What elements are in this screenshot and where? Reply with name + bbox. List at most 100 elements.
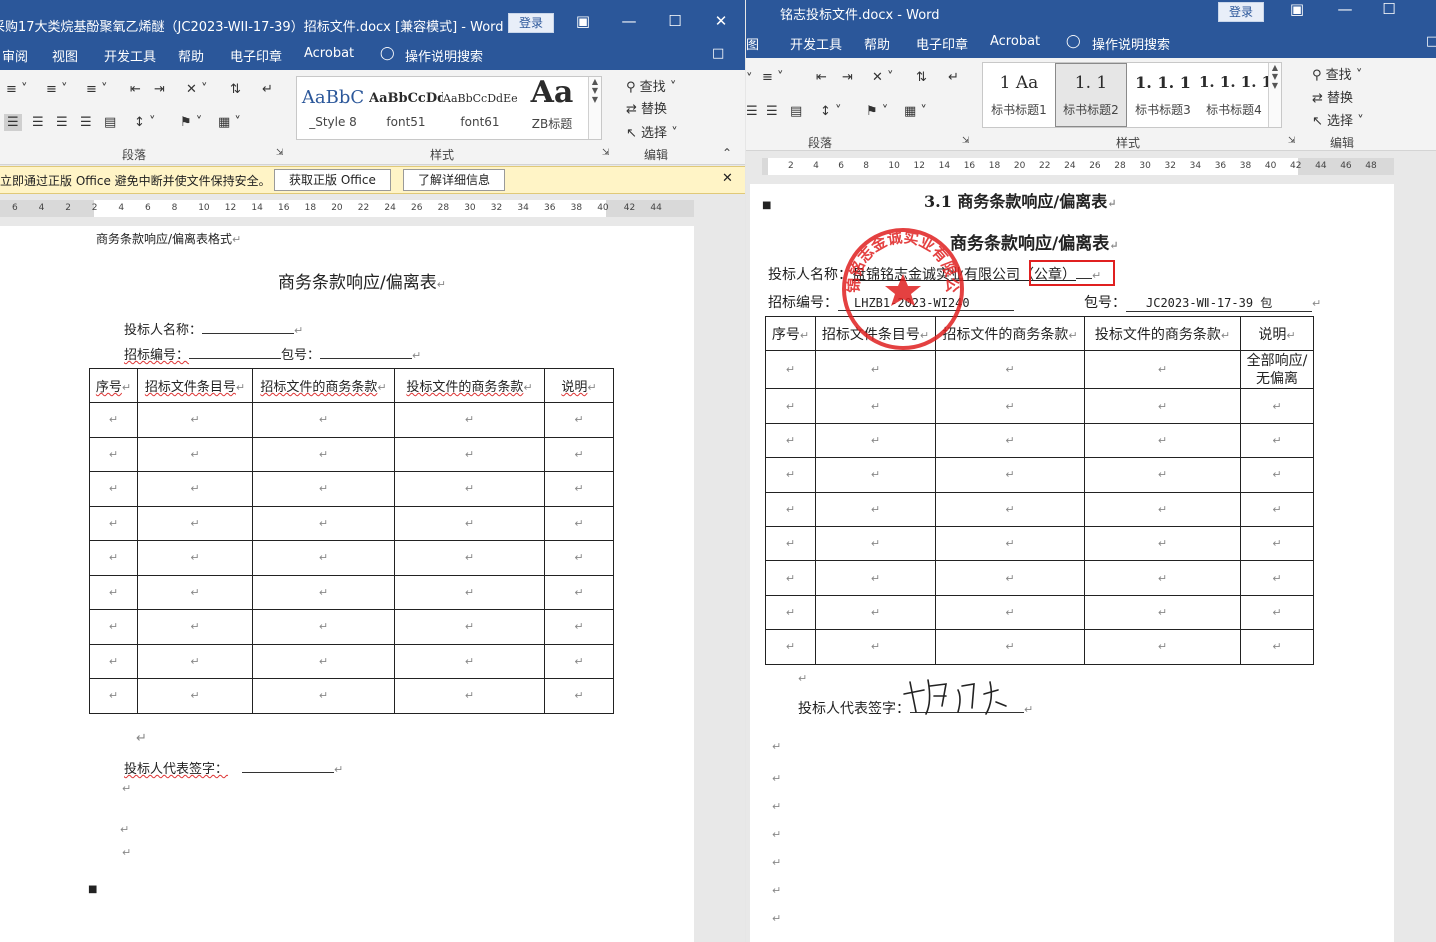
close-icon[interactable]: ✕ xyxy=(710,12,732,32)
table-cell[interactable]: ↵ xyxy=(394,678,545,714)
table-cell[interactable]: ↵ xyxy=(394,609,545,645)
table-cell[interactable]: ↵ xyxy=(89,471,138,507)
table-cell[interactable]: ↵ xyxy=(394,505,545,541)
horizontal-ruler[interactable]: 2 4 6 8 10 12 14 16 18 20 22 24 26 28 30 32 34 36 38 40 42 44… xyxy=(762,158,1394,175)
gallery-scroll[interactable]: ▲ ▼ ▼ xyxy=(588,77,601,139)
table-cell[interactable]: ↵ xyxy=(1084,629,1241,665)
table-cell[interactable]: ↵ xyxy=(815,388,936,424)
align-center-icon[interactable]: ☰ xyxy=(32,115,44,130)
table-cell[interactable]: ↵ xyxy=(1240,525,1314,562)
table-cell[interactable]: ↵ xyxy=(1084,388,1241,424)
table-cell[interactable]: ↵ xyxy=(544,471,614,507)
table-cell[interactable]: ↵ xyxy=(935,349,1085,390)
tab-help[interactable]: 帮助 xyxy=(864,34,890,53)
table-cell[interactable]: ↵ xyxy=(394,402,545,438)
style-tile[interactable]: 1. 1. 1. 1 标书标题4 xyxy=(1199,63,1269,127)
table-cell[interactable]: ↵ xyxy=(815,594,936,631)
multilevel-list-icon[interactable]: ≡ ˅ xyxy=(86,82,108,97)
table-cell[interactable]: ↵ xyxy=(1084,349,1241,390)
table-cell[interactable]: ↵ xyxy=(765,457,816,493)
select-button[interactable]: ↖ 选择 ˅ xyxy=(1312,110,1364,129)
table-cell[interactable]: ↵ xyxy=(252,643,395,679)
table-cell[interactable]: ↵ xyxy=(1084,525,1241,562)
table-cell[interactable]: ↵ xyxy=(89,505,138,541)
table-cell[interactable]: ↵ xyxy=(1240,457,1314,493)
styles-launcher-icon[interactable]: ⇲ xyxy=(1288,136,1296,146)
horizontal-ruler[interactable]: 6 4 2 2 4 6 8 10 12 14 16 18 20 22 24 26 28 30 32 34 36 38 40 4… xyxy=(0,200,694,217)
table-cell[interactable]: ↵ xyxy=(1084,491,1241,527)
show-marks-icon[interactable]: ↵ xyxy=(262,82,273,97)
table-cell[interactable]: ↵ xyxy=(89,574,138,610)
tab-acrobat[interactable]: Acrobat xyxy=(990,34,1040,49)
table-cell[interactable]: ↵ xyxy=(815,560,936,596)
table-cell[interactable]: ↵ xyxy=(89,643,138,679)
table-cell[interactable]: ↵ xyxy=(137,574,253,610)
table-cell[interactable]: ↵ xyxy=(89,609,138,645)
document-page[interactable]: ■ 3.1 商务条款响应/偏离表↵ 商务条款响应/偏离表↵ 投标人名称：盘锦铭志… xyxy=(750,184,1394,942)
table-cell[interactable]: ↵ xyxy=(137,505,253,541)
tab-e-seal[interactable]: 电子印章 xyxy=(916,34,968,53)
borders-icon[interactable]: ▦ ˅ xyxy=(218,115,241,130)
justify-icon[interactable]: ☰ xyxy=(746,104,758,119)
table-cell[interactable]: ↵ xyxy=(252,609,395,645)
style-tile[interactable]: AaBbC _Style 8 xyxy=(297,77,369,139)
tell-me-search[interactable]: 操作说明搜索 xyxy=(405,46,483,65)
table-cell[interactable]: ↵ xyxy=(1240,422,1314,459)
find-button[interactable]: ⚲ 查找 ˅ xyxy=(1312,64,1362,83)
table-cell[interactable]: ↵ xyxy=(137,471,253,507)
table-cell[interactable]: ↵ xyxy=(137,540,253,576)
tab-developer[interactable]: 开发工具 xyxy=(104,46,156,65)
tab-developer[interactable]: 开发工具 xyxy=(790,34,842,53)
paragraph-launcher-icon[interactable]: ⇲ xyxy=(962,136,970,146)
shading-icon[interactable]: ⚑ ˅ xyxy=(866,104,888,119)
document-page[interactable]: 商务条款响应/偏离表格式↵ 商务条款响应/偏离表↵ 投标人名称： ↵ 招标编号：包… xyxy=(0,226,694,942)
table-cell[interactable]: ↵ xyxy=(935,525,1085,562)
table-cell[interactable]: ↵ xyxy=(935,594,1085,631)
comments-icon[interactable]: □ xyxy=(712,46,724,61)
maximize-icon[interactable]: ☐ xyxy=(664,12,686,32)
chinese-layout-icon[interactable]: ✕ ˅ xyxy=(186,82,208,97)
shading-icon[interactable]: ⚑ ˅ xyxy=(180,115,202,130)
table-cell[interactable]: ↵ xyxy=(544,505,614,541)
table-cell[interactable]: ↵ xyxy=(935,457,1085,493)
style-tile[interactable]: 1. 1. 1 标书标题3 xyxy=(1127,63,1199,127)
sort-icon[interactable]: ⇅ xyxy=(916,70,927,85)
numbering-icon[interactable]: ≡ ˅ xyxy=(46,82,68,97)
table-cell[interactable]: ↵ xyxy=(252,540,395,576)
table-cell[interactable]: ↵ xyxy=(815,525,936,562)
style-tile[interactable]: 1 Aa 标书标题1 xyxy=(983,63,1055,127)
ribbon-display-icon[interactable]: ▣ xyxy=(572,12,594,32)
select-button[interactable]: ↖ 选择 ˅ xyxy=(626,122,678,141)
tab-view[interactable]: 图 xyxy=(746,34,759,53)
style-tile-selected[interactable]: 1. 1 标书标题2 xyxy=(1055,63,1127,127)
table-cell[interactable]: ↵ xyxy=(89,402,138,438)
table-cell[interactable]: ↵ xyxy=(252,574,395,610)
table-cell[interactable]: ↵ xyxy=(544,678,614,714)
message-close-icon[interactable]: ✕ xyxy=(722,171,733,186)
replace-button[interactable]: ⇄ 替换 xyxy=(626,98,667,117)
learn-more-button[interactable]: 了解详细信息 xyxy=(403,169,506,191)
align-right-icon[interactable]: ☰ xyxy=(766,104,778,119)
table-cell[interactable]: ↵ xyxy=(137,643,253,679)
table-cell[interactable]: ↵ xyxy=(544,574,614,610)
table-cell[interactable]: ↵ xyxy=(252,436,395,472)
increase-indent-icon[interactable]: ⇥ xyxy=(842,70,853,85)
justify-icon[interactable]: ☰ xyxy=(80,115,92,130)
table-cell[interactable]: ↵ xyxy=(394,436,545,472)
decrease-indent-icon[interactable]: ⇤ xyxy=(816,70,827,85)
table-cell[interactable]: ↵ xyxy=(137,678,253,714)
replace-button[interactable]: ⇄ 替换 xyxy=(1312,87,1353,106)
table-cell[interactable]: ↵ xyxy=(765,422,816,459)
table-cell[interactable]: ↵ xyxy=(815,629,936,665)
line-spacing-icon[interactable]: ↕ ˅ xyxy=(820,104,842,119)
table-cell[interactable]: ↵ xyxy=(544,609,614,645)
paragraph-launcher-icon[interactable]: ⇲ xyxy=(276,148,284,158)
table-cell[interactable]: ↵ xyxy=(544,436,614,472)
table-cell[interactable]: ↵ xyxy=(765,594,816,631)
comments-icon[interactable]: □ xyxy=(1426,34,1436,49)
table-cell[interactable]: ↵ xyxy=(1084,560,1241,596)
table-cell[interactable]: ↵ xyxy=(815,422,936,459)
style-tile[interactable]: Aa ZB标题 xyxy=(517,75,587,139)
bullets-icon[interactable]: ≡ ˅ xyxy=(6,82,28,97)
line-spacing-icon[interactable]: ↕ ˅ xyxy=(134,115,156,130)
